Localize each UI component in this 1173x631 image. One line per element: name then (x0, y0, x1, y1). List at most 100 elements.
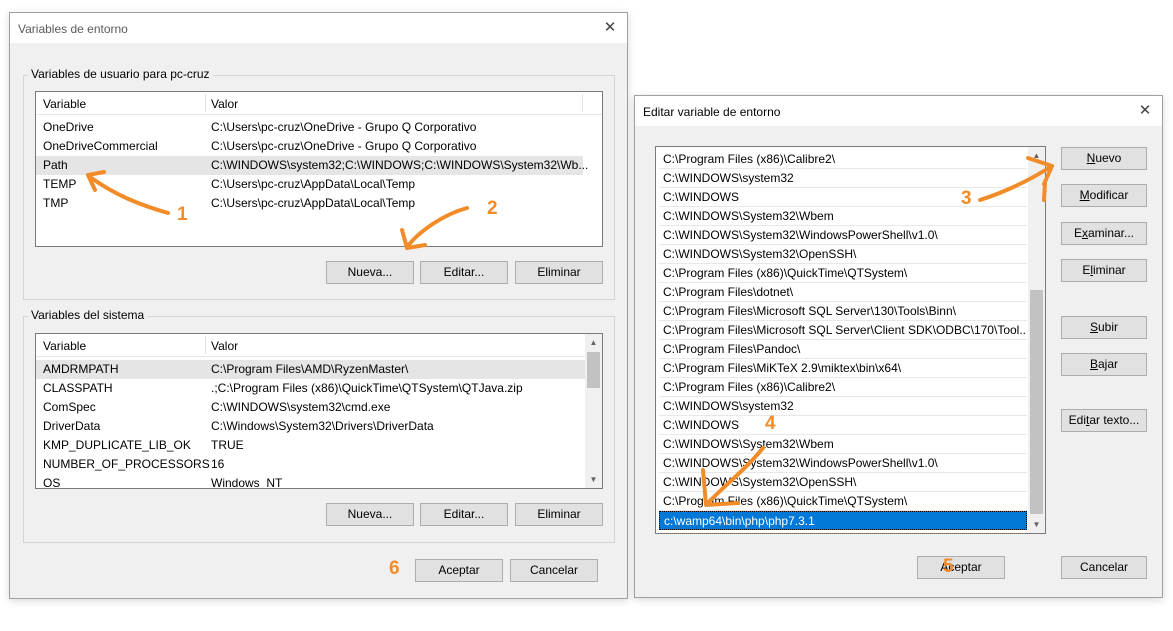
user-variables-list[interactable]: Variable Valor OneDrive C:\Users\pc-cruz… (35, 91, 603, 247)
system-delete-button[interactable]: Eliminar (515, 503, 603, 526)
edit-text-button[interactable]: Editar texto... (1061, 409, 1147, 432)
variable-value: C:\WINDOWS\system32\cmd.exe (211, 400, 391, 414)
env-variables-dialog: Variables de entorno ✕ Variables de usua… (9, 12, 628, 599)
path-item[interactable]: C:\Program Files (x86)\QuickTime\QTSyste… (659, 492, 1027, 511)
header-value[interactable]: Valor (211, 339, 238, 353)
dialog-title: Editar variable de entorno (643, 105, 781, 119)
list-item[interactable]: OS Windows_NT (36, 474, 585, 489)
variable-value: C:\Users\pc-cruz\OneDrive - Grupo Q Corp… (211, 120, 477, 134)
annotation-2: 2 (487, 198, 498, 219)
variable-name: OS (43, 476, 61, 489)
path-item[interactable]: C:\Program Files\Pandoc\ (659, 340, 1027, 359)
annotation-1: 1 (177, 204, 188, 225)
variable-value: C:\WINDOWS\system32;C:\WINDOWS;C:\WINDOW… (211, 158, 589, 172)
variable-value: Windows_NT (211, 476, 283, 489)
path-item[interactable]: C:\WINDOWS\System32\WindowsPowerShell\v1… (659, 454, 1027, 473)
annotation-3: 3 (961, 188, 972, 209)
path-item[interactable]: C:\Program Files\dotnet\ (659, 283, 1027, 302)
list-item[interactable]: OneDriveCommercial C:\Users\pc-cruz\OneD… (36, 137, 583, 156)
variable-name: TMP (43, 196, 69, 210)
path-item[interactable]: C:\Program Files (x86)\Calibre2\ (659, 378, 1027, 397)
close-icon[interactable]: ✕ (601, 19, 619, 37)
list-item[interactable]: TEMP C:\Users\pc-cruz\AppData\Local\Temp (36, 175, 583, 194)
scroll-up-icon[interactable]: ▲ (1028, 147, 1045, 164)
path-item[interactable]: C:\WINDOWS\System32\WindowsPowerShell\v1… (659, 226, 1027, 245)
system-list-scrollbar[interactable]: ▲ ▼ (585, 334, 602, 488)
variable-value: C:\Program Files\AMD\RyzenMaster\ (211, 362, 409, 376)
path-item[interactable]: C:\WINDOWS\System32\Wbem (659, 207, 1027, 226)
path-item[interactable]: C:\WINDOWS\System32\Wbem (659, 435, 1027, 454)
move-up-button[interactable]: Subir (1061, 316, 1147, 339)
close-icon[interactable]: ✕ (1136, 102, 1154, 120)
path-item[interactable]: C:\WINDOWS (659, 188, 1027, 207)
scroll-up-icon[interactable]: ▲ (585, 334, 602, 351)
annotation-5: 5 (943, 556, 954, 577)
list-header: Variable Valor (36, 334, 585, 357)
path-item-selected[interactable]: c:\wamp64\bin\php\php7.3.1 (659, 511, 1027, 530)
cancel-button[interactable]: Cancelar (1061, 556, 1147, 579)
cancel-button[interactable]: Cancelar (510, 559, 598, 582)
system-variables-list[interactable]: Variable Valor AMDRMPATH C:\Program File… (35, 333, 603, 489)
title-bar: Variables de entorno ✕ (10, 13, 627, 43)
variable-name: OneDrive (43, 120, 94, 134)
list-item[interactable]: ComSpec C:\WINDOWS\system32\cmd.exe (36, 398, 585, 417)
dialog-title: Variables de entorno (18, 22, 128, 36)
list-item[interactable]: CLASSPATH .;C:\Program Files (x86)\Quick… (36, 379, 585, 398)
variable-name: DriverData (43, 419, 101, 433)
delete-button[interactable]: Eliminar (1061, 259, 1147, 282)
list-header: Variable Valor (36, 92, 602, 115)
new-button[interactable]: Nuevo (1061, 147, 1147, 170)
variable-name: Path (43, 158, 68, 172)
list-item-selected[interactable]: AMDRMPATH C:\Program Files\AMD\RyzenMast… (36, 360, 585, 379)
scroll-down-icon[interactable]: ▼ (1028, 516, 1045, 533)
header-value[interactable]: Valor (211, 97, 238, 111)
user-delete-button[interactable]: Eliminar (515, 261, 603, 284)
header-variable[interactable]: Variable (43, 339, 86, 353)
browse-button[interactable]: Examinar... (1061, 222, 1147, 245)
variable-value: C:\Users\pc-cruz\AppData\Local\Temp (211, 196, 416, 210)
variable-name: AMDRMPATH (43, 362, 119, 376)
variable-value: .;C:\Program Files (x86)\QuickTime\QTSys… (211, 381, 523, 395)
variable-value: C:\Users\pc-cruz\AppData\Local\Temp (211, 177, 416, 191)
ok-button[interactable]: Aceptar (917, 556, 1005, 579)
scroll-thumb[interactable] (1030, 290, 1043, 514)
variable-name: KMP_DUPLICATE_LIB_OK (43, 438, 191, 452)
path-item[interactable]: C:\Program Files\Microsoft SQL Server\13… (659, 302, 1027, 321)
path-item[interactable]: C:\Program Files (x86)\QuickTime\QTSyste… (659, 264, 1027, 283)
scroll-down-icon[interactable]: ▼ (585, 471, 602, 488)
variable-name: NUMBER_OF_PROCESSORS (43, 457, 210, 471)
variable-name: OneDriveCommercial (43, 139, 158, 153)
variable-name: ComSpec (43, 400, 96, 414)
path-item[interactable]: C:\Program Files\MiKTeX 2.9\miktex\bin\x… (659, 359, 1027, 378)
user-variables-label: Variables de usuario para pc-cruz (28, 67, 213, 81)
user-edit-button[interactable]: Editar... (420, 261, 508, 284)
path-item[interactable]: C:\WINDOWS\system32 (659, 169, 1027, 188)
list-item-selected[interactable]: Path C:\WINDOWS\system32;C:\WINDOWS;C:\W… (36, 156, 588, 175)
path-item[interactable]: C:\Program Files (x86)\Calibre2\ (659, 150, 1027, 169)
system-new-button[interactable]: Nueva... (326, 503, 414, 526)
path-list[interactable]: C:\Program Files (x86)\Calibre2\ C:\WINDO… (655, 146, 1046, 534)
variable-name: CLASSPATH (43, 381, 113, 395)
variable-value: 16 (211, 457, 225, 471)
list-item[interactable]: KMP_DUPLICATE_LIB_OK TRUE (36, 436, 585, 455)
list-item[interactable]: TMP C:\Users\pc-cruz\AppData\Local\Temp (36, 194, 583, 213)
variable-name: TEMP (43, 177, 77, 191)
system-edit-button[interactable]: Editar... (420, 503, 508, 526)
header-variable[interactable]: Variable (43, 97, 86, 111)
path-item[interactable]: C:\WINDOWS\System32\OpenSSH\ (659, 473, 1027, 492)
path-list-scrollbar[interactable]: ▲ ▼ (1028, 147, 1045, 533)
annotation-4: 4 (765, 413, 776, 434)
list-item[interactable]: NUMBER_OF_PROCESSORS 16 (36, 455, 585, 474)
list-item[interactable]: OneDrive C:\Users\pc-cruz\OneDrive - Gru… (36, 118, 583, 137)
list-item[interactable]: DriverData C:\Windows\System32\Drivers\D… (36, 417, 585, 436)
path-item[interactable]: C:\WINDOWS (659, 416, 1027, 435)
annotation-6: 6 (389, 558, 400, 579)
user-new-button[interactable]: Nueva... (326, 261, 414, 284)
ok-button[interactable]: Aceptar (415, 559, 503, 582)
path-item[interactable]: C:\WINDOWS\System32\OpenSSH\ (659, 245, 1027, 264)
path-item[interactable]: C:\Program Files\Microsoft SQL Server\Cl… (659, 321, 1027, 340)
move-down-button[interactable]: Bajar (1061, 353, 1147, 376)
scroll-thumb[interactable] (587, 352, 600, 388)
path-item[interactable]: C:\WINDOWS\system32 (659, 397, 1027, 416)
modify-button[interactable]: Modificar (1061, 184, 1147, 207)
